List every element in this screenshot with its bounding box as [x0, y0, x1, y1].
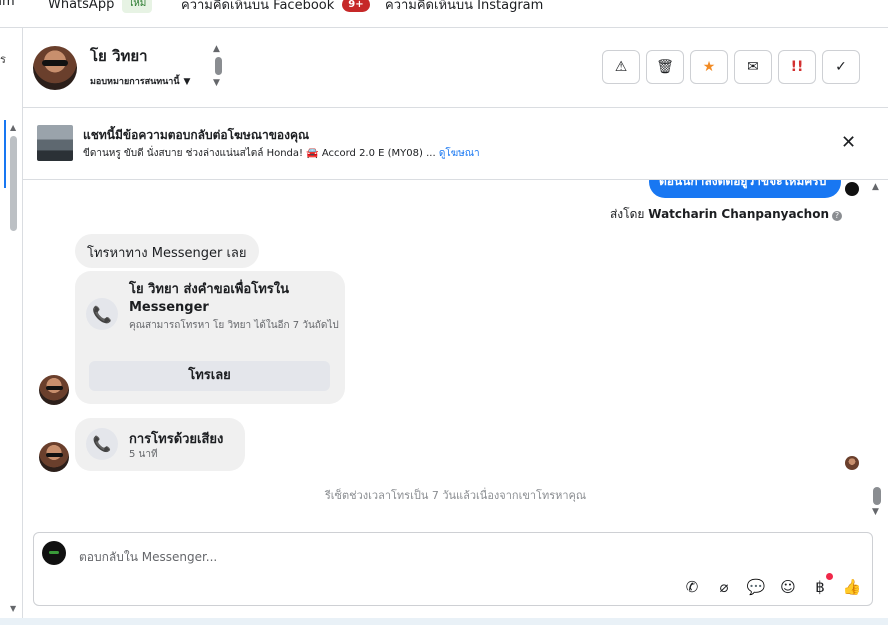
page-avatar — [42, 541, 66, 565]
mark-unread-button[interactable]: ✉ — [734, 50, 772, 84]
ad-description: ขีดานหรู ขับดี นั่งสบาย ช่วงล่างแน่นสไตล… — [83, 148, 436, 159]
warning-icon: ⚠ — [614, 59, 628, 75]
missed-call-icon: 📞 — [86, 428, 118, 460]
notification-dot — [826, 573, 833, 580]
sender-name: Watcharin Chanpanyachon — [648, 207, 829, 221]
conversation-actions: ⚠ 🗑 ★ ✉ !! ✓ — [602, 50, 860, 84]
next-conversation-icon[interactable]: ▼ — [213, 78, 220, 88]
conversation-list-edge: ร ▲ ▼ — [0, 28, 23, 618]
tab-whatsapp-label: WhatsApp — [48, 0, 115, 12]
conversation-list-text: ร — [0, 53, 6, 66]
call-now-button[interactable]: โทรเลย — [89, 361, 330, 391]
assign-conversation-dropdown[interactable]: มอบหมายการสนทนานี้ ▼ — [90, 74, 190, 88]
conversation-header: โย วิทยา มอบหมายการสนทนานี้ ▼ ▲ ▼ ⚠ 🗑 ★ ✉… — [23, 28, 888, 108]
phone-icon: 📞 — [86, 298, 118, 330]
spam-button[interactable]: !! — [778, 50, 816, 84]
page-avatar — [845, 182, 859, 196]
voice-call-card[interactable]: 📞 การโทรด้วยเสียง 5 นาที — [75, 418, 245, 471]
report-button[interactable]: ⚠ — [602, 50, 640, 84]
call-request-card: 📞 โย วิทยา ส่งคำขอเพื่อโทรใน Messenger ค… — [75, 271, 345, 404]
count-badge: 9+ — [342, 0, 370, 12]
star-button[interactable]: ★ — [690, 50, 728, 84]
chat-scrollbar[interactable]: ▲ ▼ — [871, 180, 883, 520]
contact-avatar-small — [39, 375, 69, 405]
contact-name[interactable]: โย วิทยา — [90, 44, 148, 68]
seen-avatar — [845, 456, 859, 470]
phone-call-icon[interactable]: ✆ — [682, 577, 702, 597]
system-note: รีเซ็ตช่วงเวลาโทรเป็น 7 วันแล้วเนื่องจาก… — [324, 489, 587, 502]
ad-banner-title: แชทนี้มีข้อความตอบกลับต่อโฆษณาของคุณ — [83, 128, 310, 142]
scroll-down-arrow-icon[interactable]: ▼ — [872, 507, 879, 517]
delete-button[interactable]: 🗑 — [646, 50, 684, 84]
conversation-nav-scroller[interactable]: ▲ ▼ — [213, 44, 223, 92]
previous-conversation-icon[interactable]: ▲ — [213, 44, 220, 54]
voice-call-title: การโทรด้วยเสียง — [129, 432, 224, 447]
scroll-up-arrow-icon[interactable]: ▲ — [872, 182, 879, 192]
thumbs-up-icon[interactable]: 👍 — [842, 577, 862, 597]
top-nav-tabs: am WhatsApp ใหม่ ความคิดเห็นบน Facebook 9+… — [0, 0, 888, 28]
sent-message-bubble: ตอนนี้กำลังติดอยู่ว่าขจะใหม่ครับ — [649, 180, 841, 198]
scroll-down-arrow-icon[interactable]: ▼ — [10, 604, 16, 613]
envelope-icon: ✉ — [747, 59, 759, 75]
selected-indicator — [4, 120, 6, 188]
avatar-glasses — [46, 386, 63, 390]
call-request-description: คุณสามารถโทรหา โย วิทยา ได้ในอีก 7 วันถั… — [129, 320, 339, 331]
tab-whatsapp[interactable]: WhatsApp ใหม่ — [48, 0, 153, 13]
tab-instagram-partial[interactable]: am — [0, 0, 15, 9]
ad-reply-banner: แชทนี้มีข้อความตอบกลับต่อโฆษณาของคุณ ขีด… — [23, 108, 888, 180]
tab-instagram-label: ความคิดเห็นบน Instagram — [385, 0, 544, 13]
voice-call-duration: 5 นาที — [129, 449, 158, 460]
sent-by-label: ส่งโดย — [609, 207, 645, 221]
attachment-icon[interactable]: ⌀ — [714, 577, 734, 597]
chat-bubble-icon[interactable]: 💬 — [746, 577, 766, 597]
baht-payment-icon[interactable]: ฿ — [810, 573, 833, 597]
tab-facebook-comments[interactable]: ความคิดเห็นบน Facebook 9+ — [181, 0, 370, 15]
contact-avatar[interactable] — [33, 46, 77, 90]
new-badge: ใหม่ — [122, 0, 153, 13]
sent-by-line: ส่งโดย Watcharin Chanpanyachon? — [610, 205, 842, 224]
composer-toolbar: ✆ ⌀ 💬 ☺ ฿ 👍 — [682, 573, 862, 597]
emoji-icon[interactable]: ☺ — [778, 577, 798, 597]
tab-instagram-comments[interactable]: ความคิดเห็นบน Instagram — [385, 0, 543, 15]
checkmark-icon: ✓ — [835, 59, 847, 75]
bottom-edge — [0, 618, 888, 625]
ad-thumbnail[interactable] — [37, 125, 73, 161]
tab-facebook-label: ความคิดเห็นบน Facebook — [181, 0, 335, 13]
reply-input[interactable]: ตอบกลับใน Messenger... — [79, 548, 217, 567]
close-icon[interactable]: ✕ — [841, 132, 856, 153]
assign-label: มอบหมายการสนทนานี้ — [90, 77, 180, 87]
contact-avatar-small — [39, 442, 69, 472]
info-icon[interactable]: ? — [832, 211, 842, 221]
ad-banner-subtitle: ขีดานหรู ขับดี นั่งสบาย ช่วงล่างแน่นสไตล… — [83, 146, 480, 161]
call-prompt-pill: โทรหาทาง Messenger เลย — [75, 234, 259, 268]
caret-down-icon: ▼ — [183, 77, 191, 87]
avatar-glasses — [46, 453, 63, 457]
trash-icon: 🗑 — [656, 59, 674, 75]
call-request-title: โย วิทยา ส่งคำขอเพื่อโทรใน Messenger — [129, 282, 289, 315]
spam-icon: !! — [790, 59, 804, 75]
view-ad-link[interactable]: ดูโฆษณา — [439, 148, 480, 159]
chat-scroll-thumb[interactable] — [873, 487, 881, 505]
chat-thread: ตอนนี้กำลังติดอยู่ว่าขจะใหม่ครับ ส่งโดย … — [23, 180, 888, 520]
star-icon: ★ — [702, 59, 716, 75]
avatar-glasses — [42, 60, 68, 66]
conversation-nav-thumb[interactable] — [215, 57, 222, 75]
conversation-list-scrollbar[interactable] — [10, 136, 17, 231]
scroll-up-arrow-icon[interactable]: ▲ — [10, 123, 16, 132]
message-composer: ตอบกลับใน Messenger... ✆ ⌀ 💬 ☺ ฿ 👍 — [33, 532, 873, 606]
mark-done-button[interactable]: ✓ — [822, 50, 860, 84]
